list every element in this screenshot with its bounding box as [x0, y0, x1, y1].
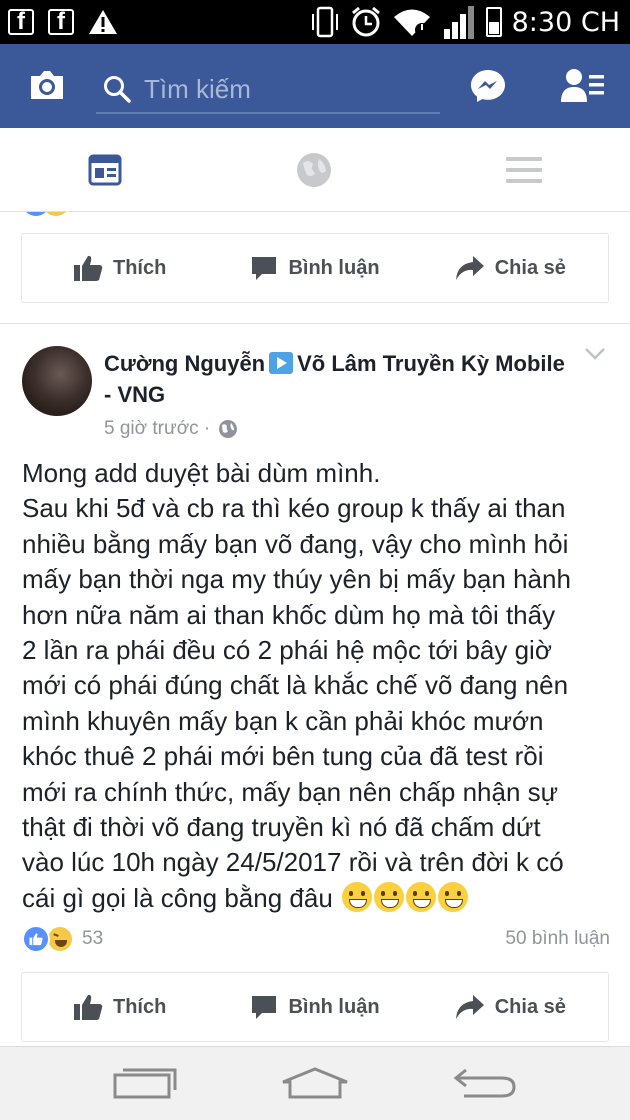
post-body-line: mấy bạn thời nga my thúy yên bị mấy bạn … — [22, 564, 571, 595]
warning-icon — [89, 10, 117, 34]
alarm-icon — [351, 6, 380, 37]
share-icon — [455, 995, 484, 1019]
grinning-emoji — [406, 881, 437, 912]
share-label: Chia sẻ — [494, 995, 566, 1018]
facebook-icon: f — [48, 9, 74, 35]
action-bar: Thích Bình luận Chia sẻ — [21, 233, 609, 303]
post-body-line: thật đi thời võ đang truyền kì nó đã chấ… — [22, 812, 541, 843]
share-icon — [455, 256, 484, 280]
globe-icon — [297, 153, 331, 187]
reactions-row[interactable]: 53 50 bình luận — [22, 924, 610, 954]
chevron-down-icon[interactable] — [584, 346, 606, 362]
post-header: Cường Nguyễn Võ Lâm Truyền Kỳ Mobile - VN… — [104, 348, 574, 410]
status-bar: f f 8:30 CH — [0, 0, 630, 44]
comment-count[interactable]: 50 bình luận — [505, 928, 610, 950]
post-body-line: mình khuyên mấy bạn k cần phải khóc mướn — [22, 705, 544, 736]
post-body-line: Sau khi 5đ và cb ra thì kéo group k thấy… — [22, 493, 566, 524]
action-bar: Thích Bình luận Chia sẻ — [21, 972, 609, 1042]
comment-label: Bình luận — [288, 995, 380, 1018]
comment-button[interactable]: Bình luận — [217, 973, 412, 1041]
recent-apps-button[interactable] — [112, 1063, 178, 1103]
reaction-icons-peek — [26, 212, 66, 216]
play-arrow-icon — [269, 352, 294, 374]
comment-button[interactable]: Bình luận — [217, 234, 412, 302]
news-feed-icon — [88, 154, 122, 186]
post-time[interactable]: 5 giờ trước · — [104, 418, 210, 440]
avatar[interactable] — [22, 346, 92, 416]
post-body: Mong add duyệt bài dùm mình. Sau khi 5đ … — [22, 456, 618, 916]
tab-menu[interactable] — [494, 150, 554, 190]
tab-news-feed[interactable] — [75, 150, 135, 190]
post-body-line: Mong add duyệt bài dùm mình. — [22, 458, 381, 488]
tab-notifications[interactable] — [284, 150, 344, 190]
post-body-line: khóc thuê 2 phái mới bên tung của đã tes… — [22, 741, 544, 772]
vibrate-icon — [311, 6, 338, 38]
author-name[interactable]: Cường Nguyễn — [104, 351, 265, 376]
search-icon — [104, 76, 131, 103]
signal-icon — [443, 6, 474, 39]
menu-icon — [506, 157, 542, 183]
tab-bar — [0, 128, 630, 212]
back-button[interactable] — [452, 1063, 518, 1103]
post-body-line: nhiều bằng mấy bạn võ đang, vậy cho mình… — [22, 528, 569, 559]
like-reaction-icon — [22, 925, 50, 953]
search-input[interactable] — [144, 73, 424, 105]
post-body-line: mới ra chính thức, mấy bạn nên chấp nhận… — [22, 776, 559, 807]
globe-icon — [219, 420, 238, 438]
thumbs-up-icon — [73, 994, 103, 1020]
post-body-line: 2 lần ra phái đều có 2 phái hệ mộc tới b… — [22, 635, 552, 666]
grinning-emoji — [438, 881, 469, 912]
post-card: Cường Nguyễn Võ Lâm Truyền Kỳ Mobile - VN… — [0, 324, 630, 1046]
back-icon — [453, 1068, 516, 1098]
haha-reaction-icon — [46, 925, 74, 953]
post-body-line: hơn nữa năm ai than khốc dùm họ mà tôi t… — [22, 599, 556, 630]
share-button[interactable]: Chia sẻ — [413, 973, 608, 1041]
friend-requests-icon[interactable] — [560, 68, 606, 104]
like-button[interactable]: Thích — [22, 234, 217, 302]
messenger-icon[interactable] — [470, 68, 506, 104]
battery-icon — [485, 7, 502, 37]
comment-label: Bình luận — [288, 256, 380, 279]
reaction-count: 53 — [82, 928, 104, 949]
post-body-line: vào lúc 10h ngày 24/5/2017 rồi và trên đ… — [22, 847, 564, 878]
post-body-line: mới có phái đúng chất là khắc chế võ đan… — [22, 670, 569, 701]
comment-icon — [252, 257, 277, 280]
search-bar[interactable] — [96, 66, 440, 114]
comment-icon — [252, 996, 277, 1019]
status-time: 8:30 CH — [511, 6, 620, 38]
facebook-icon: f — [8, 9, 34, 35]
post-body-line: cái gì gọi là công bằng đâu — [22, 882, 333, 913]
post-meta: 5 giờ trước · — [104, 418, 238, 440]
like-label: Thích — [112, 995, 167, 1018]
like-button[interactable]: Thích — [22, 973, 217, 1041]
grinning-emoji — [342, 881, 373, 912]
home-icon — [282, 1067, 348, 1099]
grinning-emoji — [374, 881, 405, 912]
camera-icon[interactable] — [28, 68, 66, 102]
post-body-line-last: cái gì gọi là công bằng đâu — [22, 881, 618, 916]
share-button[interactable]: Chia sẻ — [413, 234, 608, 302]
recent-apps-icon — [113, 1068, 177, 1099]
like-label: Thích — [112, 256, 167, 279]
app-header — [0, 44, 630, 128]
home-button[interactable] — [280, 1063, 350, 1103]
previous-post-card: Thích Bình luận Chia sẻ — [0, 212, 630, 324]
share-label: Chia sẻ — [494, 256, 566, 279]
wifi-icon — [393, 9, 430, 37]
thumbs-up-icon — [73, 255, 103, 281]
system-nav-bar — [0, 1046, 630, 1120]
